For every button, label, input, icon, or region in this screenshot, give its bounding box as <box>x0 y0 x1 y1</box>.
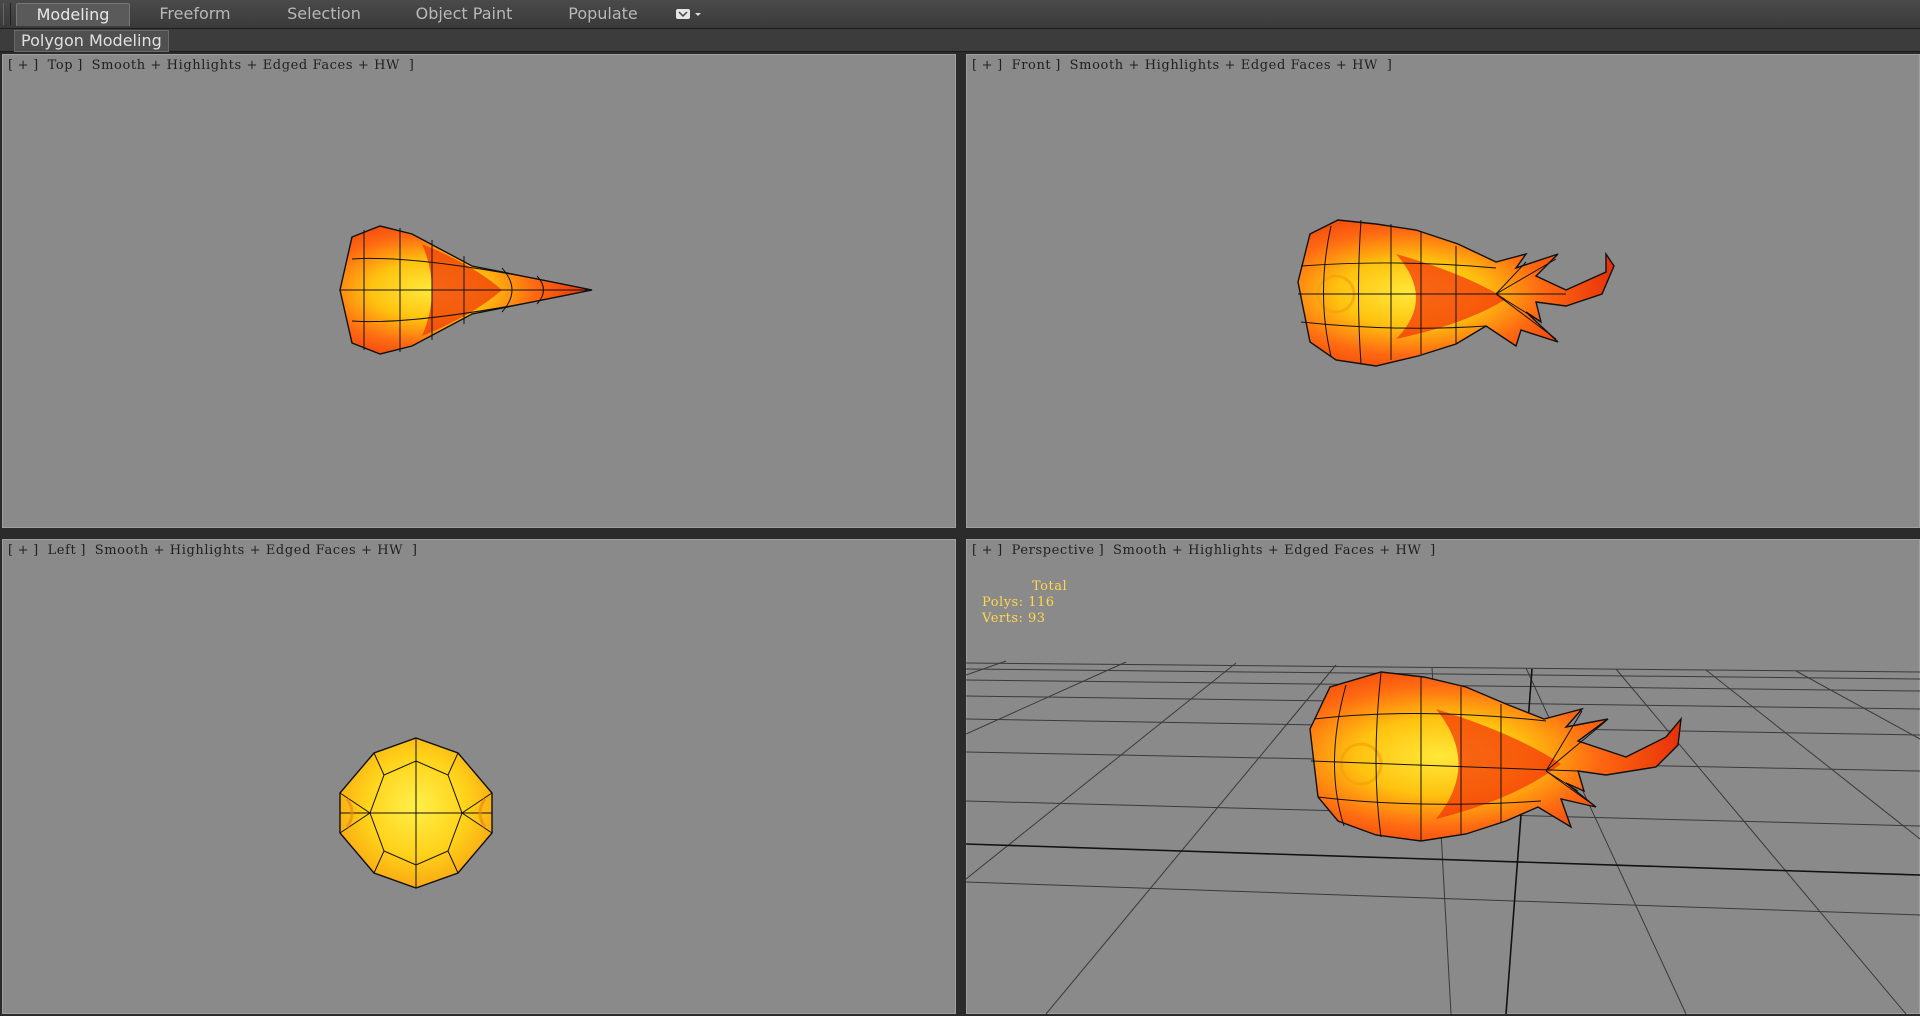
perspective-scene <box>966 660 1920 1014</box>
viewport-perspective[interactable]: [+] Perspective] Smooth + Highlights + E… <box>966 539 1920 1014</box>
ribbon-panel: Polygon Modeling <box>0 29 1920 52</box>
dropdown-menu-icon <box>676 9 701 19</box>
tab-selection[interactable]: Selection <box>270 3 378 25</box>
polygon-modeling-button[interactable]: Polygon Modeling <box>14 30 169 52</box>
fireball-top-view <box>339 225 593 355</box>
tab-populate[interactable]: Populate <box>550 3 656 25</box>
tab-modeling[interactable]: Modeling <box>16 3 130 26</box>
viewport-left[interactable]: [+] Left] Smooth + Highlights + Edged Fa… <box>2 539 956 1014</box>
ribbon-tab-bar: Modeling Freeform Selection Object Paint… <box>0 0 1920 29</box>
ribbon-grip[interactable] <box>3 3 11 25</box>
ribbon-options-button[interactable] <box>674 6 706 22</box>
tab-freeform[interactable]: Freeform <box>140 3 250 25</box>
tab-object-paint[interactable]: Object Paint <box>403 3 525 25</box>
viewport-top[interactable]: [+] Top] Smooth + Highlights + Edged Fac… <box>2 54 956 528</box>
viewport-front[interactable]: [+] Front] Smooth + Highlights + Edged F… <box>966 54 1920 528</box>
fireball-left-view <box>339 737 493 889</box>
fireball-front-view <box>1297 219 1615 367</box>
